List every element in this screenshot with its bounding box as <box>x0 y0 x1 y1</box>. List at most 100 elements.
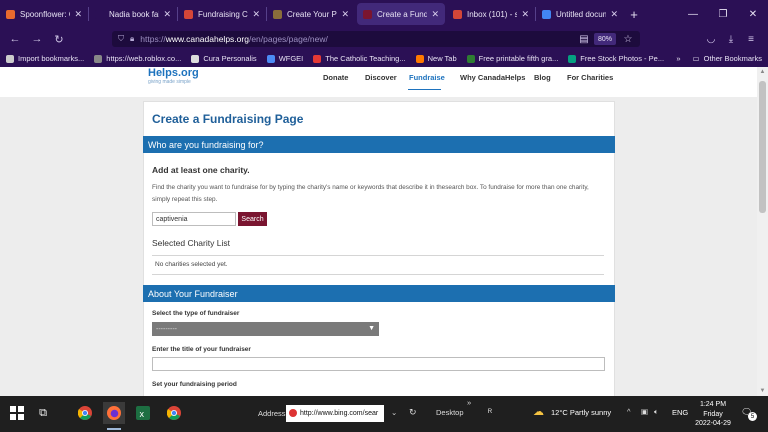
fundraiser-title-input[interactable] <box>152 357 605 371</box>
browser-tab[interactable]: Untitled documen✕ <box>536 0 624 28</box>
bookmark-label: New Tab <box>427 54 457 63</box>
address-dropdown-icon[interactable]: ⌄ <box>391 408 397 417</box>
fundraiser-title-label: Enter the title of your fundraiser <box>152 346 251 353</box>
bookmark-item[interactable]: https://web.roblox.co... <box>94 54 181 63</box>
close-tab-icon[interactable]: ✕ <box>74 9 82 20</box>
reader-view-icon[interactable]: ▤ <box>576 31 592 47</box>
search-button[interactable]: Search <box>238 212 267 226</box>
reload-button[interactable]: ↻ <box>48 28 70 50</box>
close-tab-icon[interactable]: ✕ <box>341 9 349 20</box>
close-tab-icon[interactable]: ✕ <box>252 9 260 20</box>
desktop-toolbar-label[interactable]: Desktop <box>436 408 464 417</box>
meet-now-icon[interactable]: ▣ <box>641 407 648 416</box>
taskbar-clock[interactable]: 1:24 PM Friday 2022-04-29 <box>690 400 736 429</box>
firefox-icon <box>415 54 424 63</box>
minimize-icon[interactable]: — <box>678 0 708 28</box>
restore-icon[interactable]: ❐ <box>708 0 738 28</box>
address-toolbar-label: Address <box>258 409 286 418</box>
tab-title: Untitled documen <box>556 9 607 19</box>
chevron-double-right-icon[interactable]: » <box>676 54 680 63</box>
clock-date: 2022-04-29 <box>695 420 731 427</box>
fundraiser-type-select[interactable]: --------- ▼ <box>152 322 379 336</box>
input-language[interactable]: ENG <box>672 408 688 417</box>
scroll-down-arrow-icon[interactable]: ▼ <box>757 386 768 396</box>
chrome-icon[interactable] <box>163 402 185 424</box>
speaker-icon[interactable]: 🔈︎ <box>654 407 659 417</box>
bookmark-item[interactable]: The Catholic Teaching... <box>313 54 406 63</box>
other-bookmarks-label: Other Bookmarks <box>703 54 762 63</box>
section-header-charity: Who are you fundraising for? <box>143 136 615 153</box>
browser-tab[interactable]: Create Your Perso ✕ <box>267 0 355 28</box>
roblox-icon <box>94 54 103 63</box>
clock-time: 1:24 PM <box>699 401 727 408</box>
nav-why-canadahelps[interactable]: Why CanadaHelps <box>460 73 525 82</box>
divider <box>152 274 604 275</box>
bookmark-item[interactable]: Free printable fifth gra... <box>466 54 558 63</box>
gmail-icon <box>453 9 462 19</box>
nav-donate[interactable]: Donate <box>323 73 348 82</box>
add-charity-help-text: Find the charity you want to fundraise f… <box>152 184 589 203</box>
close-tab-icon[interactable]: ✕ <box>163 9 171 20</box>
bookmark-star-icon[interactable]: ☆ <box>620 31 636 47</box>
close-tab-icon[interactable]: ✕ <box>431 9 439 20</box>
bookmark-item[interactable]: Cura Personalis <box>191 54 257 63</box>
close-window-icon[interactable]: ✕ <box>738 0 768 28</box>
site-header <box>0 67 757 97</box>
browser-tab-active[interactable]: Create a Fundrais✕ <box>357 3 445 25</box>
new-tab-button[interactable]: + <box>624 0 644 28</box>
browser-tab[interactable]: Nadia book fair ✕ <box>89 0 177 28</box>
forward-button[interactable]: → <box>26 28 48 50</box>
browser-tab[interactable]: Spoonflower: Onl ✕ <box>0 0 88 28</box>
selected-charity-list-heading: Selected Charity List <box>152 238 230 248</box>
bookmark-item[interactable]: Free Stock Photos - Pe... <box>568 54 664 63</box>
firefox-icon[interactable] <box>103 402 125 424</box>
browser-tab[interactable]: Fundraising Chal ✕ <box>178 0 266 28</box>
scroll-up-arrow-icon[interactable]: ▲ <box>757 67 768 77</box>
nav-discover[interactable]: Discover <box>365 73 397 82</box>
clock-day: Friday <box>703 410 723 418</box>
windows-start-icon[interactable] <box>6 402 28 424</box>
address-refresh-icon[interactable]: ↻ <box>409 407 417 418</box>
shield-icon[interactable]: ⛉ <box>118 34 124 44</box>
fundraiser-type-label: Select the type of fundraiser <box>152 310 240 317</box>
nav-blog[interactable]: Blog <box>534 73 551 82</box>
site-logo[interactable]: Helps.org <box>148 67 199 79</box>
task-view-icon[interactable]: ⧉ <box>32 402 54 424</box>
page-scrollbar[interactable]: ▲ ▼ <box>757 67 768 396</box>
chrome-icon[interactable] <box>74 402 96 424</box>
divider <box>152 255 604 256</box>
pocket-icon[interactable]: ◡ <box>703 31 719 47</box>
weather-partly-sunny-icon[interactable]: ☁︎ <box>533 405 544 418</box>
url-bar[interactable]: ⛉ 🔒︎ https://www.canadahelps.org/en/page… <box>112 31 640 47</box>
address-toolbar-input[interactable]: http://www.bing.com/sear <box>286 405 384 422</box>
globe-icon <box>191 54 200 63</box>
bookmark-label: WFGEI <box>278 54 304 63</box>
close-tab-icon[interactable]: ✕ <box>521 9 529 20</box>
nav-fundraise[interactable]: Fundraise <box>409 73 445 82</box>
globe-icon <box>266 54 275 63</box>
tab-title: Nadia book fair <box>109 9 160 19</box>
close-tab-icon[interactable]: ✕ <box>610 9 618 20</box>
nav-for-charities[interactable]: For Charities <box>567 73 613 82</box>
bookmark-item[interactable]: Import bookmarks... <box>6 54 84 63</box>
other-bookmarks[interactable]: » ▭ Other Bookmarks <box>676 50 762 67</box>
folder-icon: ▭ <box>692 54 700 63</box>
bookmarks-toolbar: Import bookmarks... https://web.roblox.c… <box>0 50 768 67</box>
excel-icon[interactable]: x <box>132 402 154 424</box>
charity-search-input[interactable]: captivenia <box>152 212 236 226</box>
gmail-icon <box>184 9 193 19</box>
bookmark-item[interactable]: WFGEI <box>266 54 304 63</box>
scrollbar-thumb[interactable] <box>759 81 766 213</box>
zoom-indicator[interactable]: 80% <box>594 33 616 45</box>
toolbar-overflow-icon[interactable]: » <box>467 398 471 407</box>
weather-text[interactable]: 12°C Partly sunny <box>551 408 611 417</box>
menu-icon[interactable]: ≡ <box>743 31 759 47</box>
show-hidden-icons-icon[interactable]: ^ <box>627 407 631 416</box>
back-button[interactable]: ← <box>4 28 26 50</box>
browser-tab[interactable]: Inbox (101) - sele✕ <box>447 0 535 28</box>
lock-icon[interactable]: 🔒︎ <box>130 34 134 44</box>
downloads-icon[interactable]: ⤓ <box>723 31 739 47</box>
people-icon[interactable]: ᴿ <box>488 407 492 417</box>
bookmark-item[interactable]: New Tab <box>415 54 457 63</box>
favicon-icon <box>95 9 104 19</box>
